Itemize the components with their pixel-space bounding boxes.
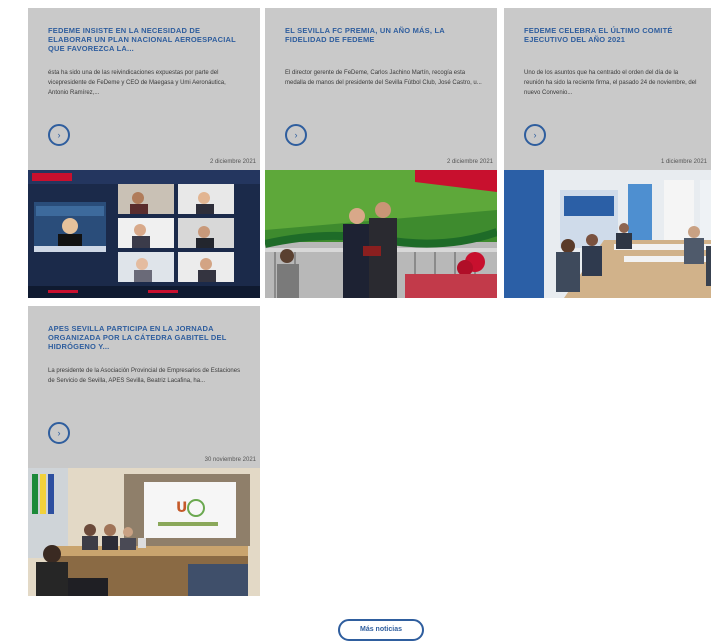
news-excerpt: La presidente de la Asociación Provincia… <box>48 368 241 384</box>
news-date: 30 noviembre 2021 <box>204 457 256 463</box>
news-image-stadium-award[interactable] <box>265 170 497 298</box>
news-card[interactable]: FEDEME INSISTE EN LA NECESIDAD DE ELABOR… <box>28 8 260 298</box>
arrow-right-icon[interactable]: › <box>524 124 546 146</box>
news-image-committee-meeting[interactable] <box>504 170 711 298</box>
news-card[interactable]: APES SEVILLA PARTICIPA EN LA JORNADA ORG… <box>28 306 260 596</box>
news-card[interactable]: EL SEVILLA FC PREMIA, UN AÑO MÁS, LA FID… <box>265 8 497 298</box>
news-date: 1 diciembre 2021 <box>660 159 707 165</box>
news-title[interactable]: FEDEME INSISTE EN LA NECESIDAD DE ELABOR… <box>48 26 246 54</box>
news-card[interactable]: FEDEME CELEBRA EL ÚLTIMO COMITÉ EJECUTIV… <box>504 8 711 298</box>
news-title[interactable]: EL SEVILLA FC PREMIA, UN AÑO MÁS, LA FID… <box>285 26 483 54</box>
arrow-right-icon[interactable]: › <box>285 124 307 146</box>
news-title[interactable]: APES SEVILLA PARTICIPA EN LA JORNADA ORG… <box>48 324 246 352</box>
news-excerpt: ésta ha sido una de las reivindicaciones… <box>48 70 226 96</box>
news-image-video-conference[interactable] <box>28 170 260 298</box>
arrow-right-icon[interactable]: › <box>48 422 70 444</box>
news-image-conference-room[interactable]: U <box>28 468 260 596</box>
news-date: 2 diciembre 2021 <box>209 159 256 165</box>
svg-text:U: U <box>176 500 187 516</box>
news-title[interactable]: FEDEME CELEBRA EL ÚLTIMO COMITÉ EJECUTIV… <box>524 26 697 54</box>
news-excerpt: El director gerente de FeDeme, Carlos Ja… <box>285 70 482 86</box>
more-news-button[interactable]: Más noticias <box>338 619 424 641</box>
news-date: 2 diciembre 2021 <box>446 159 493 165</box>
news-excerpt: Uno de los asuntos que ha centrado el or… <box>524 70 697 96</box>
arrow-right-icon[interactable]: › <box>48 124 70 146</box>
